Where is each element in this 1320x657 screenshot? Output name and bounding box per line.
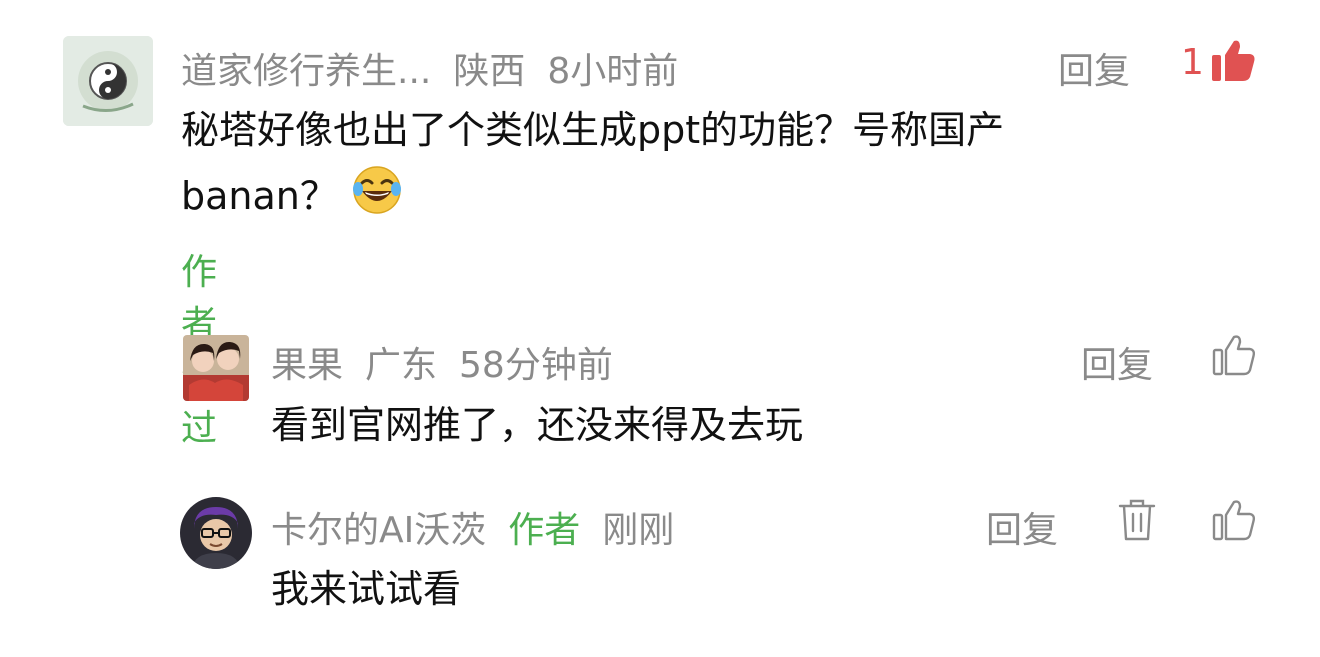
comment-text: 我来试试看 bbox=[271, 567, 462, 611]
location: 陕西 bbox=[453, 51, 526, 92]
comment-meta: 果果 广东 58分钟前 bbox=[271, 336, 635, 388]
username[interactable]: 道家修行养生... bbox=[181, 42, 431, 94]
location: 广东 bbox=[365, 345, 438, 386]
thumb-up-outline-icon[interactable] bbox=[1212, 499, 1256, 541]
avatar[interactable] bbox=[180, 497, 252, 569]
comment-meta: 道家修行养生... 陕西 8小时前 bbox=[181, 42, 700, 94]
timestamp: 刚刚 bbox=[602, 510, 675, 551]
avatar[interactable] bbox=[183, 335, 249, 401]
comment-text: 秘塔好像也出了个类似生成ppt的功能？号称国产 bbox=[181, 108, 1005, 152]
laughing-emoji-icon bbox=[352, 166, 401, 214]
reply-button[interactable]: 回复 bbox=[1081, 336, 1153, 388]
thumb-up-outline-icon[interactable] bbox=[1212, 334, 1256, 376]
reply-button[interactable]: 回复 bbox=[986, 501, 1058, 553]
yin-yang-avatar-image bbox=[63, 36, 153, 126]
comment-text: 看到官网推了，还没来得及去玩 bbox=[271, 403, 804, 447]
ai-cartoon-avatar-image bbox=[180, 497, 252, 569]
author-badge: 作者 bbox=[508, 510, 581, 551]
avatar[interactable] bbox=[63, 36, 153, 126]
trash-icon[interactable] bbox=[1118, 498, 1156, 542]
thumb-up-filled-icon[interactable] bbox=[1210, 39, 1256, 83]
comment-meta: 卡尔的AI沃茨 作者 刚刚 bbox=[271, 501, 696, 553]
username[interactable]: 卡尔的AI沃茨 bbox=[271, 501, 486, 553]
timestamp: 8小时前 bbox=[547, 51, 679, 92]
timestamp: 58分钟前 bbox=[459, 345, 613, 386]
like-count[interactable]: 1 bbox=[1181, 42, 1204, 83]
comment-text-continuation: banan？ bbox=[181, 174, 338, 218]
reply-button[interactable]: 回复 bbox=[1058, 42, 1130, 94]
comment-text-line2: banan？ bbox=[181, 163, 404, 228]
username[interactable]: 果果 bbox=[271, 336, 343, 388]
two-girls-avatar-image bbox=[183, 335, 249, 401]
